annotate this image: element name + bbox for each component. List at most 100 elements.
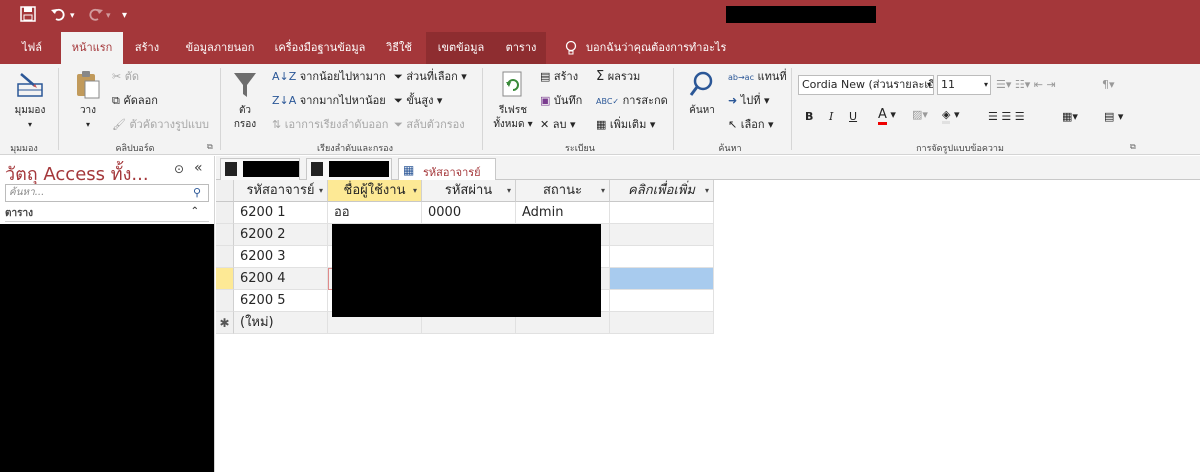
outdent-icon[interactable]: ⇥ [1047,78,1056,91]
select-all-corner[interactable] [216,180,234,202]
row-selector-current[interactable] [216,268,234,290]
background-color-button[interactable]: ▨▾ [912,108,928,122]
bullets-icon[interactable]: ☰▾ [996,78,1011,91]
paragraph-direction-icon[interactable]: ¶▾ [1102,78,1115,92]
underline-button[interactable]: U [849,110,857,124]
cell-teacher-id[interactable]: 6200 2 [234,224,328,246]
tab-help[interactable]: วิธีใช้ [376,32,422,64]
numbering-icon[interactable]: ☷▾ [1015,78,1030,91]
copy-button[interactable]: ⧉ คัดลอก [112,94,158,108]
new-record-marker[interactable]: ✱ [216,312,234,334]
find-group-label: ค้นหา [718,144,742,154]
sort-descending-button[interactable]: Z↓A จากมากไปหาน้อย [272,94,386,108]
format-painter-button[interactable]: 🖌 ตัวคัดวางรูปแบบ [112,118,209,132]
sort-ascending-button[interactable]: A↓Z จากน้อยไปหามาก [272,70,386,84]
alternate-row-color-button[interactable]: ◈ ▾ [942,108,960,124]
refresh-all-button[interactable]: รีเฟรช ทั้งหมด ▾ [490,70,536,132]
totals-button[interactable]: Σ ผลรวม [596,70,640,84]
paste-button[interactable]: วาง ▾ [70,70,106,132]
row-selector[interactable] [216,202,234,224]
doc-tab-1[interactable] [220,158,300,180]
nav-group-header[interactable]: ตาราง ⌃ [5,206,209,222]
cell-teacher-id[interactable]: 6200 1 [234,202,328,224]
undo-icon[interactable] [50,6,68,27]
select-button[interactable]: ↖ เลือก ▾ [728,118,774,132]
font-color-button[interactable]: A ▾ [878,107,896,125]
column-header-teacher-id[interactable]: รหัสอาจารย์ ▾ [234,180,328,202]
search-icon[interactable]: ⚲ [193,186,201,199]
tab-external-data[interactable]: ข้อมูลภายนอก [176,32,264,64]
save-record-button[interactable]: ▣ บันทึก [540,94,582,108]
font-name-select[interactable]: Cordia New (ส่วนรายละเอี ▾ [798,75,934,95]
column-header-click-to-add[interactable]: คลิกเพื่อเพิ่ม ▾ [610,180,714,202]
cell-add[interactable] [610,202,714,224]
shutter-bar-close-icon[interactable]: « [194,160,203,176]
align-center-icon[interactable]: ☰ [1001,110,1011,123]
column-header-password[interactable]: รหัสผ่าน ▾ [422,180,516,202]
advanced-button[interactable]: ⏷ ขั้นสูง ▾ [394,94,442,108]
find-button[interactable]: ค้นหา [682,70,722,118]
undo-dropdown-icon[interactable]: ▾ [70,6,75,26]
toggle-filter-button[interactable]: ⏷ สลับตัวกรอง [394,118,465,132]
column-dropdown-icon[interactable]: ▾ [507,180,511,202]
doc-tab-2[interactable] [306,158,392,180]
save-icon[interactable] [20,6,36,27]
tab-fields[interactable]: เขตข้อมูล [426,32,496,64]
cell-add[interactable] [610,224,714,246]
new-record-cell[interactable]: (ใหม่) [234,312,328,334]
cell-teacher-id[interactable]: 6200 3 [234,246,328,268]
align-left-icon[interactable]: ☰ [988,110,998,123]
delete-button[interactable]: ✕ ลบ ▾ [540,118,575,132]
paste-icon [77,71,100,99]
italic-button[interactable]: I [829,110,833,124]
gridlines-button[interactable]: ▦▾ [1062,110,1078,124]
tab-table[interactable]: ตาราง [496,32,546,64]
filter-button[interactable]: ตัวกรอง [228,70,262,132]
nav-dropdown-icon[interactable]: ⊙ [174,162,184,176]
group-divider [482,68,483,150]
goto-button[interactable]: ➜ ไปที่ ▾ [728,94,770,108]
cell-add[interactable] [610,246,714,268]
column-dropdown-icon[interactable]: ▾ [601,180,605,202]
replace-button[interactable]: ab→ac แทนที่ [728,70,787,85]
cell-add[interactable] [610,268,714,290]
view-button[interactable]: มุมมอง ▾ [10,70,50,132]
cell-password[interactable]: 0000 [422,202,516,224]
new-record-cell[interactable] [610,312,714,334]
new-record-button[interactable]: ▤ สร้าง [540,70,578,84]
selection-button[interactable]: ⏷ ส่วนที่เลือก ▾ [394,70,467,84]
align-right-icon[interactable]: ☰ [1015,110,1025,123]
tell-me-box[interactable]: บอกฉันว่าคุณต้องการทำอะไร [586,32,726,64]
bold-button[interactable]: B [805,110,813,124]
cell-teacher-id[interactable]: 6200 5 [234,290,328,312]
cell-teacher-id[interactable]: 6200 4 [234,268,328,290]
tab-file[interactable]: ไฟล์ [10,32,54,64]
tab-create[interactable]: สร้าง [127,32,167,64]
collapse-icon[interactable]: ⌃ [191,206,199,217]
column-header-status[interactable]: สถานะ ▾ [516,180,610,202]
tab-database-tools[interactable]: เครื่องมือฐานข้อมูล [268,32,372,64]
cell-add[interactable] [610,290,714,312]
spelling-button[interactable]: ABC✓ การสะกด [596,94,668,109]
indent-icon[interactable]: ⇤ [1034,78,1043,91]
cell-username[interactable]: ออ [328,202,422,224]
tab-home[interactable]: หน้าแรก [61,32,123,64]
row-selector[interactable] [216,224,234,246]
datasheet-format-button[interactable]: ▤ ▾ [1104,110,1123,124]
column-dropdown-icon[interactable]: ▾ [413,180,417,202]
column-header-username[interactable]: ชื่อผู้ใช้งาน ▾ [328,180,422,202]
clipboard-launcher-icon[interactable]: ⧉ [207,142,213,152]
cut-button[interactable]: ✂ ตัด [112,70,139,84]
row-selector[interactable] [216,246,234,268]
row-selector[interactable] [216,290,234,312]
customize-qat-icon[interactable]: ▾ [122,6,127,26]
column-dropdown-icon[interactable]: ▾ [705,180,709,202]
column-dropdown-icon[interactable]: ▾ [319,180,323,202]
text-formatting-launcher-icon[interactable]: ⧉ [1130,142,1136,152]
doc-tab-active[interactable]: ▦ รหัสอาจารย์ [398,158,496,182]
remove-sort-button[interactable]: ⇅ เอาการเรียงลำดับออก [272,118,388,132]
more-button[interactable]: ▦ เพิ่มเติม ▾ [596,118,655,132]
nav-search-input[interactable]: ค้นหา... [5,184,209,202]
cell-status[interactable]: Admin [516,202,610,224]
font-size-select[interactable]: 11 ▾ [937,75,991,95]
